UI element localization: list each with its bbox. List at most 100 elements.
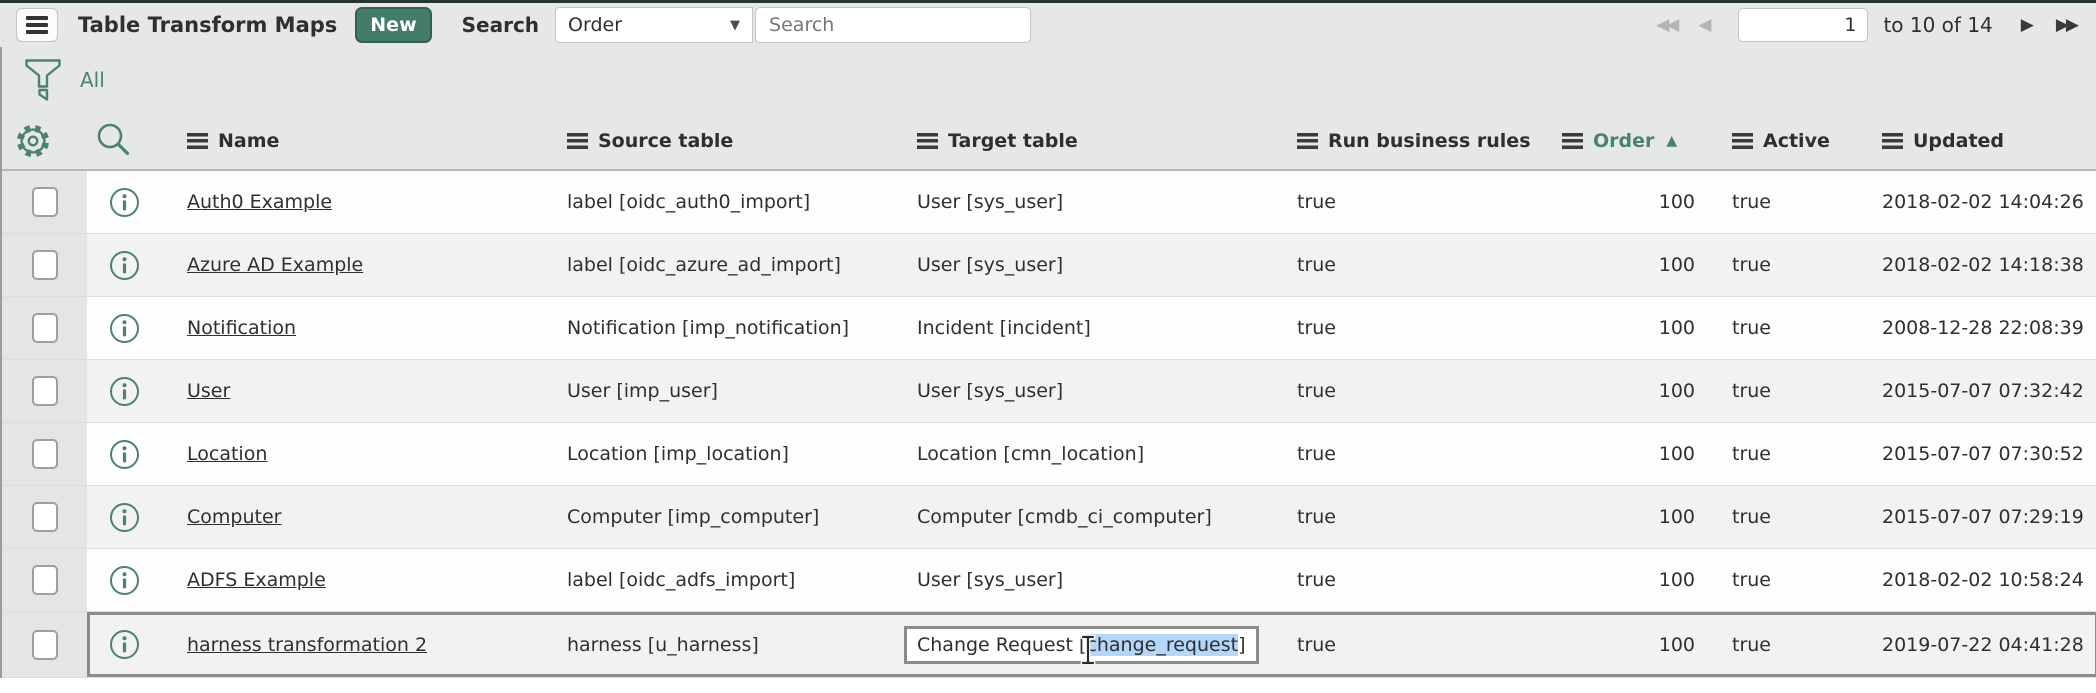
column-header-run-business-rules[interactable]: Run business rules [1272,130,1542,152]
record-preview-info-icon[interactable] [87,629,162,660]
order-cell[interactable]: 100 [1542,254,1707,276]
record-link[interactable]: User [187,380,230,402]
row-checkbox[interactable] [32,565,58,595]
active-cell[interactable]: true [1707,634,1847,656]
record-link[interactable]: Notification [187,317,296,339]
first-page-button[interactable]: ◀◀ [1656,17,1676,34]
run-business-rules-cell[interactable]: true [1272,317,1542,339]
active-cell[interactable]: true [1707,380,1847,402]
source-table-cell[interactable]: harness [u_harness] [542,634,892,656]
target-table-cell[interactable]: User [sys_user] [892,254,1272,276]
last-page-button[interactable]: ▶▶ [2056,17,2076,34]
updated-cell[interactable]: 2015-07-07 07:30:52 [1847,443,2096,465]
filter-all-breadcrumb[interactable]: All [80,68,105,92]
record-link[interactable]: harness transformation 2 [187,634,427,656]
column-header-source-table[interactable]: Source table [542,130,892,152]
run-business-rules-cell[interactable]: true [1272,443,1542,465]
source-table-cell[interactable]: Notification [imp_notification] [542,317,892,339]
previous-page-button[interactable]: ◀ [1698,17,1708,34]
run-business-rules-cell[interactable]: true [1272,634,1542,656]
column-header-target-table[interactable]: Target table [892,130,1272,152]
target-table-cell[interactable]: User [sys_user] [892,191,1272,213]
column-header-updated[interactable]: Updated [1847,130,2096,152]
run-business-rules-cell[interactable]: true [1272,506,1542,528]
updated-cell[interactable]: 2015-07-07 07:32:42 [1847,380,2096,402]
source-table-cell[interactable]: label [oidc_azure_ad_import] [542,254,892,276]
record-preview-info-icon[interactable] [87,502,162,533]
filter-funnel-icon[interactable] [25,58,61,102]
source-table-cell[interactable]: Computer [imp_computer] [542,506,892,528]
active-cell[interactable]: true [1707,443,1847,465]
record-link[interactable]: Auth0 Example [187,191,332,213]
run-business-rules-cell[interactable]: true [1272,380,1542,402]
updated-cell[interactable]: 2015-07-07 07:29:19 [1847,506,2096,528]
run-business-rules-cell[interactable]: true [1272,569,1542,591]
list-search-icon[interactable] [93,120,135,162]
order-cell[interactable]: 100 [1542,443,1707,465]
column-header-name[interactable]: Name [162,130,542,152]
order-cell[interactable]: 100 [1542,634,1707,656]
active-cell[interactable]: true [1707,317,1847,339]
record-preview-info-icon[interactable] [87,250,162,281]
target-table-cell[interactable]: Location [cmn_location] [892,443,1272,465]
row-checkbox[interactable] [32,376,58,406]
search-input[interactable] [755,7,1031,43]
column-menu-icon[interactable] [1882,133,1903,149]
row-checkbox[interactable] [32,630,58,660]
updated-cell[interactable]: 2018-02-02 10:58:24 [1847,569,2096,591]
active-cell[interactable]: true [1707,191,1847,213]
run-business-rules-cell[interactable]: true [1272,254,1542,276]
source-table-cell[interactable]: User [imp_user] [542,380,892,402]
row-checkbox[interactable] [32,250,58,280]
target-table-cell-focused[interactable]: Change Request [change_request] [892,626,1272,664]
list-context-menu-button[interactable] [16,8,58,42]
column-menu-icon[interactable] [187,133,208,149]
column-menu-icon[interactable] [917,133,938,149]
source-table-cell[interactable]: label [oidc_adfs_import] [542,569,892,591]
column-header-order-sorted[interactable]: Order ▲ [1542,130,1707,152]
source-table-cell[interactable]: label [oidc_auth0_import] [542,191,892,213]
order-cell[interactable]: 100 [1542,380,1707,402]
record-preview-info-icon[interactable] [87,187,162,218]
column-menu-icon[interactable] [1297,133,1318,149]
target-table-cell[interactable]: Computer [cmdb_ci_computer] [892,506,1272,528]
record-preview-info-icon[interactable] [87,439,162,470]
order-cell[interactable]: 100 [1542,506,1707,528]
target-table-cell[interactable]: User [sys_user] [892,380,1272,402]
updated-cell[interactable]: 2008-12-28 22:08:39 [1847,317,2096,339]
record-preview-info-icon[interactable] [87,565,162,596]
target-table-cell[interactable]: User [sys_user] [892,569,1272,591]
row-checkbox[interactable] [32,313,58,343]
record-link[interactable]: Location [187,443,267,465]
record-link[interactable]: Computer [187,506,281,528]
row-checkbox[interactable] [32,502,58,532]
column-menu-icon[interactable] [1562,133,1583,149]
record-preview-info-icon[interactable] [87,376,162,407]
order-cell[interactable]: 100 [1542,191,1707,213]
record-link[interactable]: ADFS Example [187,569,326,591]
page-number-input[interactable] [1738,8,1868,42]
updated-cell[interactable]: 2018-02-02 14:18:38 [1847,254,2096,276]
run-business-rules-cell[interactable]: true [1272,191,1542,213]
order-cell[interactable]: 100 [1542,569,1707,591]
active-cell[interactable]: true [1707,569,1847,591]
row-checkbox[interactable] [32,439,58,469]
record-preview-info-icon[interactable] [87,313,162,344]
active-cell[interactable]: true [1707,254,1847,276]
active-cell[interactable]: true [1707,506,1847,528]
updated-cell[interactable]: 2018-02-02 14:04:26 [1847,191,2096,213]
source-table-cell[interactable]: Location [imp_location] [542,443,892,465]
column-header-active[interactable]: Active [1707,130,1847,152]
target-table-cell[interactable]: Incident [incident] [892,317,1272,339]
record-link[interactable]: Azure AD Example [187,254,363,276]
new-button[interactable]: New [355,7,431,43]
column-menu-icon[interactable] [567,133,588,149]
row-checkbox[interactable] [32,187,58,217]
focused-cell-box[interactable]: Change Request [change_request] [904,626,1259,664]
next-page-button[interactable]: ▶ [2021,17,2031,34]
column-menu-icon[interactable] [1732,133,1753,149]
updated-cell[interactable]: 2019-07-22 04:41:28 [1847,634,2096,656]
list-personalize-gear-icon[interactable] [14,122,52,160]
order-cell[interactable]: 100 [1542,317,1707,339]
search-column-select[interactable]: Order ▼ [555,7,753,43]
